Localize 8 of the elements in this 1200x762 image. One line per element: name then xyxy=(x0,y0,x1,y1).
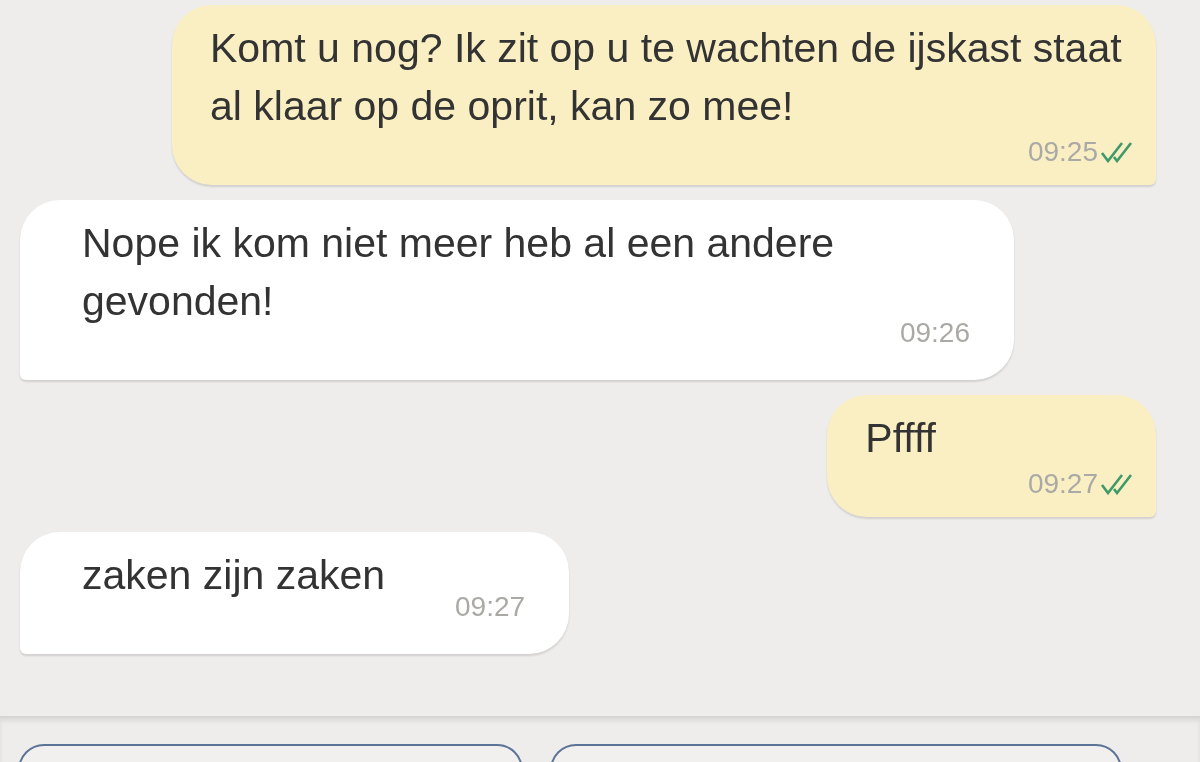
message-text: Komt u nog? Ik zit op u te wachten de ijskast staat al klaar op de oprit, kan zo mee! xyxy=(210,25,1122,129)
message-text: Nope ik kom niet meer heb al een andere gevonden! xyxy=(82,220,835,324)
message-time: 09:27 xyxy=(1027,469,1098,499)
message-text: zaken zijn zaken xyxy=(82,552,386,598)
message-time: 09:27 xyxy=(455,591,526,622)
message-time: 09:25 xyxy=(1027,137,1098,167)
message-time: 09:26 xyxy=(899,317,970,348)
message-text: Pffff xyxy=(865,415,936,461)
